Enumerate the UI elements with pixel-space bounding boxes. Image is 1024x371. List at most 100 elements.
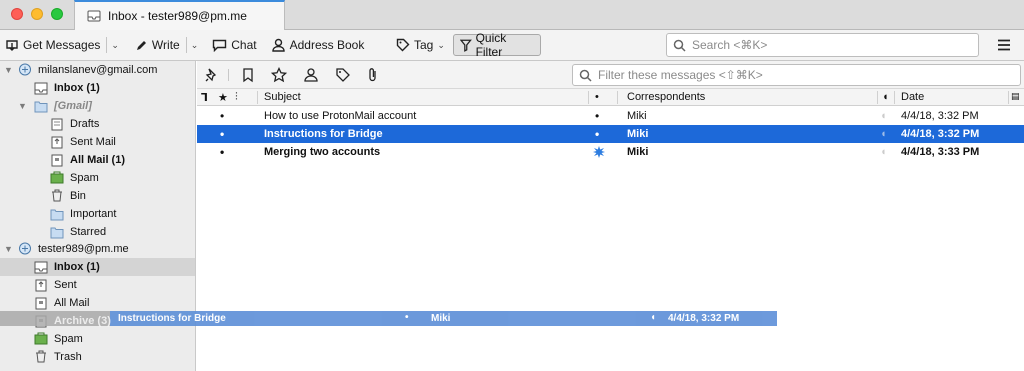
folder-sent[interactable]: Sent bbox=[0, 276, 195, 294]
message-row-unread[interactable]: • Merging two accounts Miki ◖ 4/4/18, 3:… bbox=[197, 143, 1024, 161]
folder-important[interactable]: Important bbox=[0, 205, 195, 223]
close-window-button[interactable] bbox=[11, 8, 23, 20]
message-row-selected[interactable]: • Instructions for Bridge • Miki ◖ 4/4/1… bbox=[197, 125, 1024, 143]
maximize-window-button[interactable] bbox=[51, 8, 63, 20]
attachment-icon[interactable] bbox=[365, 67, 381, 83]
write-dropdown[interactable]: ⌄ bbox=[187, 34, 203, 56]
get-messages-dropdown[interactable]: ⌄ bbox=[107, 34, 123, 56]
sent-icon bbox=[51, 136, 63, 149]
read-toggle[interactable]: • bbox=[595, 127, 599, 141]
folder-label: Starred bbox=[70, 226, 107, 238]
star-toggle[interactable]: • bbox=[220, 127, 224, 141]
quick-filter-label: Quick Filter bbox=[475, 31, 507, 59]
message-subject: How to use ProtonMail account bbox=[264, 110, 417, 122]
main-toolbar: Get Messages ⌄ Write ⌄ Chat Address Book… bbox=[0, 30, 1024, 61]
message-subject: Merging two accounts bbox=[264, 146, 381, 158]
junk-status-icon: ◖ bbox=[650, 312, 657, 323]
column-picker-icon[interactable]: ▤ bbox=[1011, 91, 1020, 102]
expand-triangle-icon: ▼ bbox=[4, 65, 13, 75]
folder-starred[interactable]: Starred bbox=[0, 223, 195, 241]
folder-label: All Mail bbox=[54, 297, 90, 309]
drag-date: 4/4/18, 3:32 PM bbox=[668, 313, 740, 324]
folder-all-mail[interactable]: All Mail bbox=[0, 294, 195, 312]
address-book-button[interactable]: Address Book bbox=[263, 34, 371, 56]
folder-label: Spam bbox=[70, 172, 99, 184]
hamburger-menu-icon[interactable] bbox=[996, 37, 1012, 53]
download-icon bbox=[6, 40, 18, 51]
column-header-subject[interactable]: Subject bbox=[264, 91, 301, 103]
folder-trash[interactable]: Trash bbox=[0, 348, 195, 366]
folder-spam[interactable]: Spam bbox=[0, 330, 195, 348]
column-separator bbox=[617, 91, 618, 104]
read-toggle[interactable]: • bbox=[595, 109, 599, 123]
folder-label: Important bbox=[70, 208, 117, 220]
star-toggle[interactable]: • bbox=[220, 145, 224, 159]
column-separator bbox=[257, 91, 258, 104]
column-header-correspondents[interactable]: Correspondents bbox=[627, 91, 705, 103]
account-row-gmail[interactable]: ▼ milanslanev@gmail.com bbox=[0, 61, 195, 79]
get-messages-button[interactable]: Get Messages bbox=[0, 34, 106, 56]
account-icon bbox=[19, 63, 31, 76]
spam-icon bbox=[50, 171, 64, 184]
column-separator bbox=[877, 91, 878, 104]
message-correspondent: Miki bbox=[627, 110, 647, 122]
pencil-icon bbox=[136, 40, 146, 50]
drag-correspondent: Miki bbox=[431, 313, 451, 324]
message-date: 4/4/18, 3:32 PM bbox=[901, 128, 980, 140]
tab-inbox[interactable]: Inbox - tester989@pm.me bbox=[74, 0, 285, 30]
column-header-date[interactable]: Date bbox=[901, 91, 924, 103]
folder-inbox-protonmail[interactable]: Inbox (1) bbox=[0, 258, 195, 276]
junk-status-icon[interactable]: ◖ bbox=[880, 128, 887, 140]
thread-column-icon[interactable]: ⅂ bbox=[201, 91, 207, 104]
folder-icon bbox=[34, 101, 48, 113]
global-search-input[interactable]: Search <⌘K> bbox=[666, 33, 979, 57]
unread-star-icon[interactable] bbox=[593, 146, 605, 158]
attachment-column-icon[interactable]: ⫶ bbox=[235, 91, 238, 104]
filter-messages-input[interactable]: Filter these messages <⇧⌘K> bbox=[572, 64, 1021, 86]
quick-filter-button[interactable]: Quick Filter bbox=[453, 31, 541, 59]
folder-icon bbox=[50, 209, 64, 221]
search-icon bbox=[579, 69, 592, 82]
folder-all-mail-gmail[interactable]: All Mail (1) bbox=[0, 151, 195, 169]
message-correspondent: Miki bbox=[627, 146, 649, 158]
star-icon[interactable] bbox=[271, 67, 287, 83]
folder-sent-mail[interactable]: Sent Mail bbox=[0, 133, 195, 151]
folder-drafts[interactable]: Drafts bbox=[0, 115, 195, 133]
tag-button[interactable]: Tag ⌄ bbox=[390, 34, 451, 56]
archive-icon bbox=[35, 297, 47, 310]
star-column-icon[interactable]: ★ bbox=[218, 91, 228, 104]
star-toggle[interactable]: • bbox=[220, 109, 224, 123]
contact-icon[interactable] bbox=[303, 67, 319, 83]
drag-preview: Instructions for Bridge • Miki ◖ 4/4/18,… bbox=[110, 311, 777, 326]
folder-label: Sent bbox=[54, 279, 77, 291]
unread-filter-icon[interactable] bbox=[240, 67, 256, 83]
chevron-down-icon: ⌄ bbox=[190, 39, 199, 50]
junk-column-icon[interactable]: ◖ bbox=[882, 91, 889, 103]
address-book-label: Address Book bbox=[289, 38, 365, 52]
message-row[interactable]: • How to use ProtonMail account • Miki 4… bbox=[197, 107, 1024, 125]
minimize-window-button[interactable] bbox=[31, 8, 43, 20]
tab-title: Inbox - tester989@pm.me bbox=[108, 9, 247, 23]
write-button[interactable]: Write bbox=[123, 34, 186, 56]
folder-spam-gmail[interactable]: Spam bbox=[0, 169, 195, 187]
spam-icon bbox=[34, 332, 48, 345]
folder-inbox-gmail[interactable]: Inbox (1) bbox=[0, 79, 195, 97]
write-label: Write bbox=[151, 38, 180, 52]
read-column-icon[interactable]: • bbox=[595, 91, 599, 103]
folder-bin[interactable]: Bin bbox=[0, 187, 195, 205]
junk-status-icon[interactable]: ◖ bbox=[880, 146, 887, 158]
folder-label: Sent Mail bbox=[70, 136, 116, 148]
tag-icon bbox=[396, 38, 410, 52]
tag-icon[interactable] bbox=[335, 67, 351, 83]
chat-icon bbox=[213, 39, 227, 52]
folder-gmail-group[interactable]: ▼ [Gmail] bbox=[0, 97, 195, 115]
quick-filter-bar: Filter these messages <⇧⌘K> bbox=[197, 61, 1024, 89]
chat-button[interactable]: Chat bbox=[202, 34, 262, 56]
chevron-down-icon: ⌄ bbox=[437, 39, 445, 50]
account-row-protonmail[interactable]: ▼ tester989@pm.me bbox=[0, 240, 195, 258]
pin-icon[interactable] bbox=[204, 67, 220, 83]
folder-label: Bin bbox=[70, 190, 86, 202]
column-separator bbox=[588, 91, 589, 104]
inbox-icon bbox=[34, 82, 48, 95]
drag-subject: Instructions for Bridge bbox=[118, 313, 226, 324]
